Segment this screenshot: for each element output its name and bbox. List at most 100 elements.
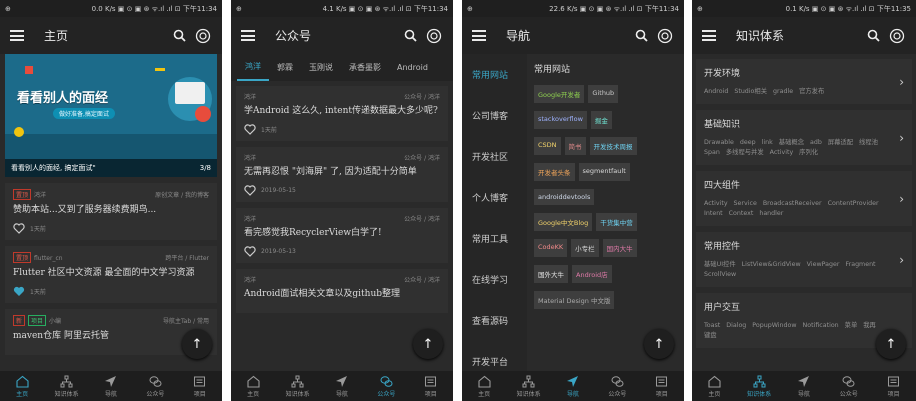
nav-navigation[interactable]: 导航: [555, 375, 591, 398]
link-chip[interactable]: 开发技术周报: [589, 137, 637, 155]
nav-knowledge[interactable]: 知识体系: [741, 375, 777, 398]
heart-filled-icon[interactable]: [13, 286, 25, 297]
link-chip[interactable]: 掘金: [590, 111, 612, 129]
menu-icon[interactable]: [702, 30, 716, 41]
knowledge-card[interactable]: 基础知识 Drawable deep link 基础概念 adb 屏幕适配 线程…: [696, 110, 912, 165]
link-chip[interactable]: Github: [588, 85, 619, 103]
night-mode-icon[interactable]: [425, 27, 443, 45]
nav-navigation[interactable]: 导航: [786, 375, 822, 398]
link-chip[interactable]: Material Design 中文版: [534, 291, 615, 309]
heart-icon[interactable]: [13, 223, 25, 234]
nav-wechat[interactable]: 公众号: [137, 375, 173, 398]
tab-guolin[interactable]: 郭霖: [269, 54, 301, 81]
nav-home[interactable]: 主页: [4, 375, 40, 398]
send-icon: [336, 375, 348, 387]
new-tag: 新: [13, 315, 26, 326]
knowledge-card[interactable]: 常用控件 基础UI控件 ListView&GridView ViewPager …: [696, 232, 912, 287]
night-mode-icon[interactable]: [194, 27, 212, 45]
nav-label: 项目: [424, 390, 437, 398]
link-chip[interactable]: androiddevtools: [534, 189, 595, 205]
search-icon[interactable]: [864, 27, 882, 45]
knowledge-children: Activity Service BroadcastReceiver Conte…: [704, 200, 879, 217]
nav-project[interactable]: 项目: [876, 375, 912, 398]
nav-wechat[interactable]: 公众号: [831, 375, 867, 398]
knowledge-card[interactable]: 开发环境 Android Studio相关 gradle 官方发布 ›: [696, 59, 912, 104]
status-left: ⊕: [236, 4, 242, 13]
article-card[interactable]: 置顶 鸿洋 原创文章 / 我的博客 赞助本站...又到了服务器续费期鸟... 1天前: [5, 183, 217, 240]
nav-knowledge[interactable]: 知识体系: [511, 375, 547, 398]
nav-project[interactable]: 项目: [413, 375, 449, 398]
screen-home: ⊕ 0.0 K/s ▣ ⊙ ▣ ⊛ ᯤ.ıl .ıl ⊡ 下午11:34 主页 …: [0, 0, 222, 401]
menu-icon[interactable]: [472, 30, 486, 41]
bottom-nav: 主页 知识体系 导航 公众号 项目: [0, 371, 222, 401]
search-icon[interactable]: [401, 27, 419, 45]
status-right: 4.1 K/s ▣ ⊙ ▣ ⊛ ᯤ.ıl .ıl ⊡ 下午11:34: [322, 4, 448, 13]
link-chip[interactable]: CodeKK: [534, 239, 568, 257]
nav-category[interactable]: 查看源码: [462, 300, 527, 341]
nav-wechat[interactable]: 公众号: [599, 375, 635, 398]
article-title: 赞助本站...又到了服务器续费期鸟...: [13, 205, 157, 215]
nav-navigation[interactable]: 导航: [324, 375, 360, 398]
nav-label: 知识体系: [516, 390, 541, 398]
menu-icon[interactable]: [241, 30, 255, 41]
knowledge-children: Android Studio相关 gradle 官方发布: [704, 88, 825, 95]
night-mode-icon[interactable]: [888, 27, 906, 45]
heart-icon[interactable]: [244, 246, 256, 257]
nav-knowledge[interactable]: 知识体系: [280, 375, 316, 398]
nav-home[interactable]: 主页: [466, 375, 502, 398]
wechat-icon: [149, 375, 162, 387]
link-chip[interactable]: 国外大牛: [534, 265, 568, 283]
scroll-top-button[interactable]: ↑: [182, 329, 212, 359]
night-mode-icon[interactable]: [656, 27, 674, 45]
nav-label: 项目: [887, 390, 900, 398]
banner-headline: 看看别人的面经: [17, 91, 109, 106]
link-chip[interactable]: CSDN: [534, 137, 561, 155]
banner-caption-bar: 看看别人的面经, 搞定面试" 3/8: [5, 159, 217, 177]
nav-home[interactable]: 主页: [696, 375, 732, 398]
search-icon[interactable]: [170, 27, 188, 45]
link-chip[interactable]: 简书: [564, 137, 586, 155]
tab-android[interactable]: Android: [389, 54, 436, 81]
nav-project[interactable]: 项目: [644, 375, 680, 398]
heart-icon[interactable]: [244, 124, 256, 135]
chevron-right-icon: ›: [899, 191, 904, 206]
nav-category[interactable]: 常用网站: [462, 54, 527, 95]
nav-category[interactable]: 个人博客: [462, 177, 527, 218]
nav-navigation[interactable]: 导航: [93, 375, 129, 398]
link-chip[interactable]: Android店: [572, 265, 612, 283]
article-card[interactable]: 鸿洋 公众号 / 鸿洋 学Android 这么久, intent传递数据最大多少呢…: [236, 86, 448, 141]
nav-project[interactable]: 项目: [182, 375, 218, 398]
link-chip[interactable]: 小专栏: [571, 239, 599, 257]
scroll-top-button[interactable]: ↑: [413, 329, 443, 359]
knowledge-card[interactable]: 四大组件 Activity Service BroadcastReceiver …: [696, 171, 912, 226]
search-icon[interactable]: [632, 27, 650, 45]
article-card[interactable]: 鸿洋 公众号 / 鸿洋 Android面试相关文章以及github整理: [236, 269, 448, 313]
article-card[interactable]: 鸿洋 公众号 / 鸿洋 无需再忍恨 "刘海屏" 了, 因为适配十分简单 2019-…: [236, 147, 448, 202]
tab-yugang[interactable]: 玉刚说: [301, 54, 341, 81]
article-card[interactable]: 鸿洋 公众号 / 鸿洋 看完感觉我RecyclerView白学了! 2019-05…: [236, 208, 448, 263]
nav-knowledge[interactable]: 知识体系: [49, 375, 85, 398]
nav-category[interactable]: 在线学习: [462, 259, 527, 300]
nav-category[interactable]: 常用工具: [462, 218, 527, 259]
nav-category[interactable]: 开发社区: [462, 136, 527, 177]
link-chip[interactable]: 干货集中营: [596, 213, 637, 231]
nav-home[interactable]: 主页: [235, 375, 271, 398]
link-chip[interactable]: Google中文Blog: [534, 213, 593, 231]
article-card[interactable]: 置顶 flutter_cn 跨平台 / Flutter Flutter 社区中文资源…: [5, 246, 217, 303]
tab-chengxiang[interactable]: 承香墨影: [341, 54, 389, 81]
nav-wechat[interactable]: 公众号: [368, 375, 404, 398]
menu-icon[interactable]: [10, 30, 24, 41]
banner-carousel[interactable]: 看看别人的面经 做好准备,搞定面试 看看别人的面经, 搞定面试" 3/8: [5, 54, 217, 177]
knowledge-title: 常用控件: [704, 242, 741, 252]
heart-icon[interactable]: [244, 185, 256, 196]
scroll-top-button[interactable]: ↑: [644, 329, 674, 359]
link-chip[interactable]: 开发者头条: [534, 163, 575, 181]
nav-category[interactable]: 公司博客: [462, 95, 527, 136]
tab-hongyang[interactable]: 鸿洋: [237, 54, 269, 81]
link-chip[interactable]: Google开发者: [534, 85, 585, 103]
scroll-top-button[interactable]: ↑: [876, 329, 906, 359]
link-chip[interactable]: stackoverflow: [534, 111, 587, 129]
link-chip[interactable]: segmentfault: [578, 163, 630, 181]
toolbar: 公众号: [231, 17, 453, 54]
link-chip[interactable]: 国内大牛: [602, 239, 637, 257]
